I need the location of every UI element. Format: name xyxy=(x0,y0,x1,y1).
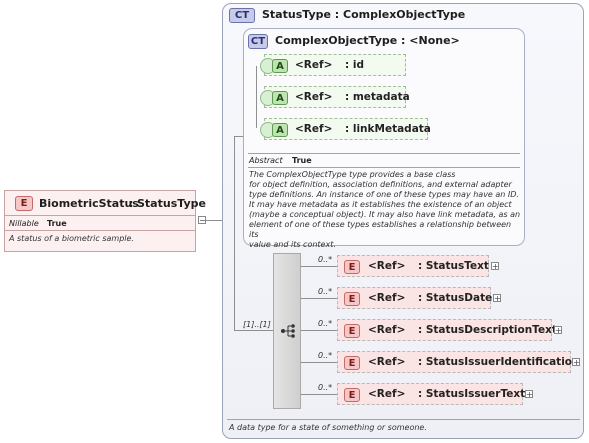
element-statusdescriptiontext[interactable]: E <Ref> : StatusDescriptionText xyxy=(337,319,557,341)
complex-object-type-title: ComplexObjectType : <None> xyxy=(275,34,460,47)
expand-toggle[interactable]: + xyxy=(554,326,562,335)
root-element-doc: A status of a biometric sample. xyxy=(9,234,134,243)
sequence-icon xyxy=(281,324,295,338)
element-multiplicity: 0..* xyxy=(318,351,333,360)
expand-toggle[interactable]: + xyxy=(572,358,580,367)
doc-line: for object definition, association defin… xyxy=(249,180,512,189)
doc-line: The ComplexObjectType type provides a ba… xyxy=(249,170,456,179)
abstract-value: True xyxy=(292,156,312,165)
root-element-biometricstatus[interactable]: E BiometricStatus : StatusType Nillable … xyxy=(4,190,206,252)
status-type-title: StatusType : ComplexObjectType xyxy=(262,8,466,21)
connector-line xyxy=(206,220,222,221)
element-statusissueridentification[interactable]: E <Ref> : StatusIssuerIdentification xyxy=(337,351,579,373)
element-name: : StatusText xyxy=(418,260,489,272)
element-multiplicity: 0..* xyxy=(318,319,333,328)
attribute-badge: A xyxy=(272,123,288,137)
attribute-name: : id xyxy=(345,59,364,71)
attribute-name: : metadata xyxy=(345,91,410,103)
attribute-ref: <Ref> xyxy=(295,59,333,71)
expand-toggle[interactable]: + xyxy=(491,262,499,271)
root-element-type: StatusType xyxy=(137,197,206,210)
root-element-name: BiometricStatus xyxy=(39,197,139,210)
element-multiplicity: 0..* xyxy=(318,383,333,392)
divider xyxy=(248,153,520,154)
element-ref: <Ref> xyxy=(368,260,406,272)
root-element-separator: : xyxy=(129,197,134,210)
divider xyxy=(5,230,195,231)
expand-toggle[interactable]: + xyxy=(525,390,533,399)
nillable-value: True xyxy=(47,219,67,228)
collapse-toggle[interactable]: − xyxy=(198,216,206,225)
doc-line: type definitions. An instance of one of … xyxy=(249,190,519,199)
nillable-label: Nillable xyxy=(9,219,39,228)
attribute-id[interactable]: A <Ref> : id xyxy=(260,54,406,76)
element-multiplicity: 0..* xyxy=(318,287,333,296)
connector-line xyxy=(234,136,235,330)
element-name: : StatusIssuerText xyxy=(418,388,526,400)
attribute-badge: A xyxy=(272,91,288,105)
connector-line xyxy=(234,330,273,331)
complex-object-type-doc: The ComplexObjectType type provides a ba… xyxy=(249,170,523,250)
sequence-compositor[interactable] xyxy=(273,253,301,409)
element-ref: <Ref> xyxy=(368,388,406,400)
element-badge: E xyxy=(344,260,360,274)
complex-type-badge: CT xyxy=(248,34,268,49)
connector-line xyxy=(301,362,337,363)
attribute-linkmetadata[interactable]: A <Ref> : linkMetadata xyxy=(260,118,431,140)
doc-line: value and its context. xyxy=(249,240,336,249)
element-ref: <Ref> xyxy=(368,356,406,368)
connector-line xyxy=(301,298,337,299)
element-statustext[interactable]: E <Ref> : StatusText xyxy=(337,255,489,277)
connector-line xyxy=(301,330,337,331)
connector-line xyxy=(256,66,257,128)
status-type-doc: A data type for a state of something or … xyxy=(229,423,427,432)
divider xyxy=(227,419,580,420)
element-name: : StatusIssuerIdentification xyxy=(418,356,580,368)
attribute-metadata[interactable]: A <Ref> : metadata xyxy=(260,86,410,108)
connector-line xyxy=(301,394,337,395)
abstract-label: Abstract xyxy=(249,156,283,165)
element-statusdate[interactable]: E <Ref> : StatusDate xyxy=(337,287,493,309)
connector-line xyxy=(301,266,337,267)
attribute-name: : linkMetadata xyxy=(345,123,431,135)
element-ref: <Ref> xyxy=(368,292,406,304)
attribute-ref: <Ref> xyxy=(295,91,333,103)
element-badge: E xyxy=(344,388,360,402)
element-name: : StatusDescriptionText xyxy=(418,324,557,336)
attribute-ref: <Ref> xyxy=(295,123,333,135)
complex-type-badge: CT xyxy=(229,8,255,23)
element-badge: E xyxy=(344,292,360,306)
expand-toggle[interactable]: + xyxy=(493,294,501,303)
element-statusissuertext[interactable]: E <Ref> : StatusIssuerText xyxy=(337,383,526,405)
element-name: : StatusDate xyxy=(418,292,493,304)
element-badge: E xyxy=(15,196,33,211)
attribute-badge: A xyxy=(272,59,288,73)
divider xyxy=(248,167,520,168)
sequence-multiplicity: [1]..[1] xyxy=(243,320,271,329)
doc-line: It may have metadata as it establishes t… xyxy=(249,200,512,209)
element-badge: E xyxy=(344,356,360,370)
divider xyxy=(5,215,195,216)
doc-line: element of one of these types establishe… xyxy=(249,220,512,239)
element-ref: <Ref> xyxy=(368,324,406,336)
element-multiplicity: 0..* xyxy=(318,255,333,264)
element-badge: E xyxy=(344,324,360,338)
doc-line: (maybe a conceptual object). It may also… xyxy=(249,210,521,219)
